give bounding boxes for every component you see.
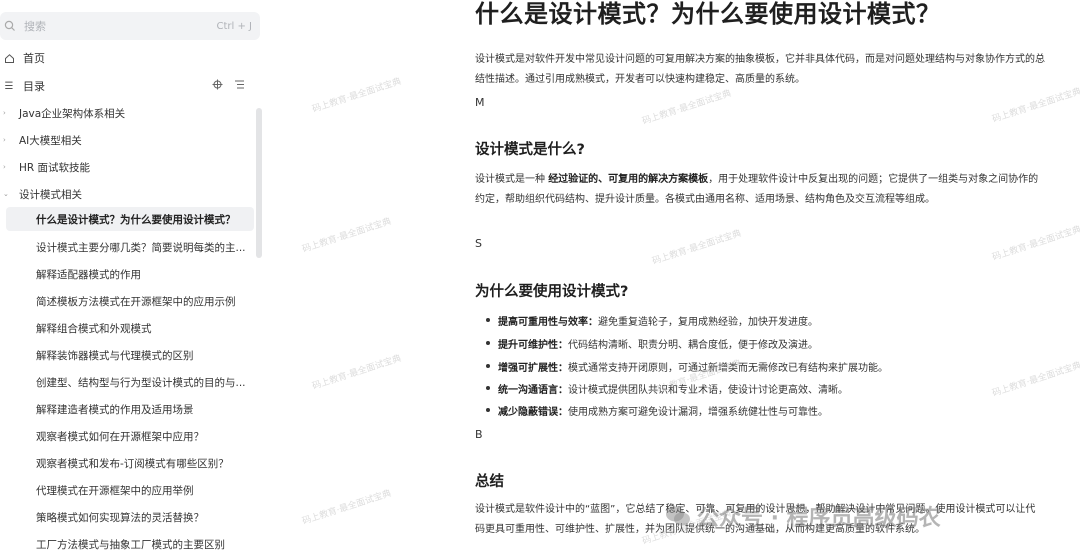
search-shortcut: Ctrl + J (216, 20, 252, 32)
block-mark: M (475, 96, 485, 109)
block-mark: S (475, 237, 482, 250)
search-box[interactable]: 搜索 Ctrl + J (0, 12, 260, 40)
watermark: 码上教育·最全面试宝典 (301, 488, 393, 528)
watermark: 码上教育·最全面试宝典 (991, 86, 1080, 126)
category-ai[interactable]: › AI大模型相关 (0, 130, 82, 150)
search-placeholder: 搜索 (24, 20, 46, 33)
block-mark: B (475, 428, 483, 441)
toc-item[interactable]: 工厂方法模式与抽象工厂模式的主要区别 (36, 533, 225, 555)
toc-item[interactable]: 观察者模式和发布-订阅模式有哪些区别？ (36, 452, 229, 474)
toc-item[interactable]: 解释适配器模式的作用 (36, 263, 141, 285)
section-heading: 设计模式是什么? (475, 142, 585, 158)
search-icon (4, 19, 18, 33)
watermark: 码上教育·最全面试宝典 (311, 76, 403, 116)
home-icon (3, 52, 15, 64)
category-label: HR 面试软技能 (19, 161, 91, 174)
sidebar-scrollbar[interactable] (256, 108, 262, 258)
article-title: 什么是设计模式？为什么要使用设计模式？ (475, 0, 941, 28)
wechat-watermark: 公众号 · 程序员高级码农 (665, 500, 941, 532)
article-intro: 设计模式是对软件开发中常见设计问题的可复用解决方案的抽象模板，它并非具体代码，而… (475, 54, 1045, 85)
toc-label: 目录 (23, 80, 45, 93)
toc-item[interactable]: 简述模板方法模式在开源框架中的应用示例 (36, 290, 236, 312)
watermark: 码上教育·最全面试宝典 (301, 216, 393, 256)
toc-item[interactable]: 策略模式如何实现算法的灵活替换？ (36, 506, 204, 528)
watermark: 码上教育·最全面试宝典 (311, 353, 403, 393)
nav-toc[interactable]: ☰ 目录 (0, 76, 45, 96)
list-item: 增强可扩展性： 模式通常支持开闭原则，可通过新增类而无需修改已有结构来扩展功能。 (486, 355, 888, 377)
category-hr[interactable]: › HR 面试软技能 (0, 157, 90, 177)
watermark: 码上教育·最全面试宝典 (651, 228, 743, 268)
category-label: AI大模型相关 (19, 134, 82, 147)
list-item: 提升可维护性： 代码结构清晰、职责分明、耦合度低，便于修改及演进。 (486, 332, 818, 354)
section-heading: 总结 (475, 474, 504, 490)
toc-item[interactable]: 创建型、结构型与行为型设计模式的目的与... (36, 371, 246, 393)
chevron-down-icon: ⌄ (3, 190, 9, 198)
toc-item[interactable]: 解释建造者模式的作用及适用场景 (36, 398, 194, 420)
chevron-right-icon: › (3, 163, 6, 171)
section-paragraph: 设计模式是一种 经过验证的、可复用的解决方案模板，用于处理软件设计中反复出现的问… (475, 174, 1039, 205)
category-label: 设计模式相关 (19, 188, 82, 201)
toc-item[interactable]: 设计模式主要分哪几类？简要说明每类的主... (36, 236, 246, 258)
list-item: 提高可重用性与效率： 避免重复造轮子，复用成熟经验，加快开发进度。 (486, 309, 818, 331)
watermark: 码上教育·最全面试宝典 (991, 360, 1080, 400)
locate-icon[interactable] (211, 78, 223, 90)
toc-item[interactable]: 解释装饰器模式与代理模式的区别 (36, 344, 194, 366)
category-label: Java企业架构体系相关 (19, 107, 126, 120)
watermark: 码上教育·最全面试宝典 (641, 88, 733, 128)
watermark: 码上教育·最全面试宝典 (991, 224, 1080, 264)
section-heading: 为什么要使用设计模式? (475, 284, 629, 300)
category-design-patterns[interactable]: ⌄ 设计模式相关 (0, 184, 82, 204)
toc-item[interactable]: 什么是设计模式？为什么要使用设计模式？ (36, 208, 236, 230)
toc-item[interactable]: 代理模式在开源框架中的应用举例 (36, 479, 194, 501)
sidebar: 搜索 Ctrl + J 首页 ☰ 目录 › Java企业架构体系相关 › AI大模型… (0, 0, 265, 559)
chevron-right-icon: › (3, 109, 6, 117)
list-item: 减少隐蔽错误： 使用成熟方案可避免设计漏洞，增强系统健壮性与可靠性。 (486, 399, 828, 421)
toc-item[interactable]: 解释组合模式和外观模式 (36, 317, 152, 339)
wechat-label: 公众号 · 程序员高级码农 (697, 506, 941, 531)
list-item: 统一沟通语言： 设计模式提供团队共识和专业术语，使设计讨论更高效、清晰。 (486, 377, 848, 399)
list-icon: ☰ (4, 80, 14, 92)
wechat-icon (665, 505, 691, 527)
chevron-right-icon: › (3, 136, 6, 144)
outline-icon[interactable] (233, 78, 245, 90)
nav-home[interactable]: 首页 (0, 48, 45, 68)
home-label: 首页 (23, 52, 45, 65)
toc-item[interactable]: 观察者模式如何在开源框架中应用？ (36, 425, 204, 447)
category-java[interactable]: › Java企业架构体系相关 (0, 103, 125, 123)
